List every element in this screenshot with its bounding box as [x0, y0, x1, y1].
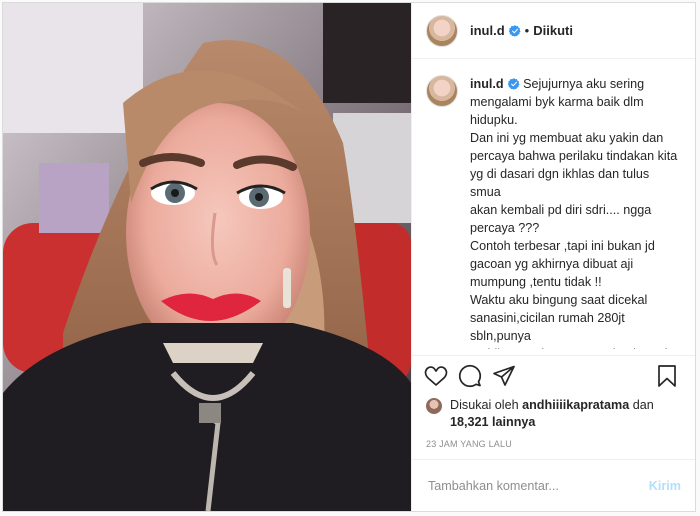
- likes-middle: dan: [629, 398, 654, 412]
- save-button[interactable]: [653, 362, 681, 390]
- comment-input[interactable]: [426, 477, 649, 494]
- liker-username[interactable]: andhiiiikapratama: [522, 398, 629, 412]
- post-photo[interactable]: [3, 3, 411, 511]
- likes-summary: Disukai oleh andhiiiikapratama dan 18,32…: [412, 395, 695, 431]
- like-button[interactable]: [422, 362, 450, 390]
- instagram-post: inul.d • Diikuti inul.d Sejujurnya aku s…: [2, 2, 696, 512]
- caption-verified-icon: [507, 78, 520, 90]
- author-avatar[interactable]: [426, 14, 458, 47]
- author-username[interactable]: inul.d: [470, 23, 505, 38]
- post-comment-button[interactable]: Kirim: [649, 479, 681, 493]
- share-button[interactable]: [490, 362, 518, 390]
- liker-avatar[interactable]: [426, 398, 442, 414]
- comment-form: Kirim: [412, 459, 695, 511]
- likes-count[interactable]: 18,321 lainnya: [450, 415, 535, 429]
- share-icon: [493, 365, 515, 386]
- comment-button[interactable]: [456, 362, 484, 390]
- verified-badge-icon: [508, 24, 521, 37]
- post-timestamp[interactable]: 23 JAM YANG LALU: [412, 431, 695, 459]
- comment-icon: [458, 364, 482, 387]
- caption-text: inul.d Sejujurnya aku sering mengalami b…: [470, 75, 681, 355]
- caption-avatar[interactable]: [426, 75, 458, 107]
- header-separator: •: [524, 23, 530, 38]
- likes-prefix: Disukai oleh: [450, 398, 523, 412]
- caption-scroll-edge: [412, 349, 695, 355]
- heart-icon: [424, 365, 448, 386]
- follow-status-button[interactable]: Diikuti: [533, 23, 573, 38]
- post-header: inul.d • Diikuti: [412, 3, 695, 59]
- bookmark-icon: [658, 364, 676, 387]
- caption-area: inul.d Sejujurnya aku sering mengalami b…: [412, 59, 695, 355]
- action-bar: [412, 355, 695, 395]
- likes-text: Disukai oleh andhiiiikapratama dan 18,32…: [450, 397, 654, 431]
- selfie-photo-illustration: [3, 3, 411, 511]
- post-sidebar: inul.d • Diikuti inul.d Sejujurnya aku s…: [411, 3, 695, 511]
- caption-username[interactable]: inul.d: [470, 77, 504, 91]
- caption-body: Sejujurnya aku sering mengalami byk karm…: [470, 77, 678, 355]
